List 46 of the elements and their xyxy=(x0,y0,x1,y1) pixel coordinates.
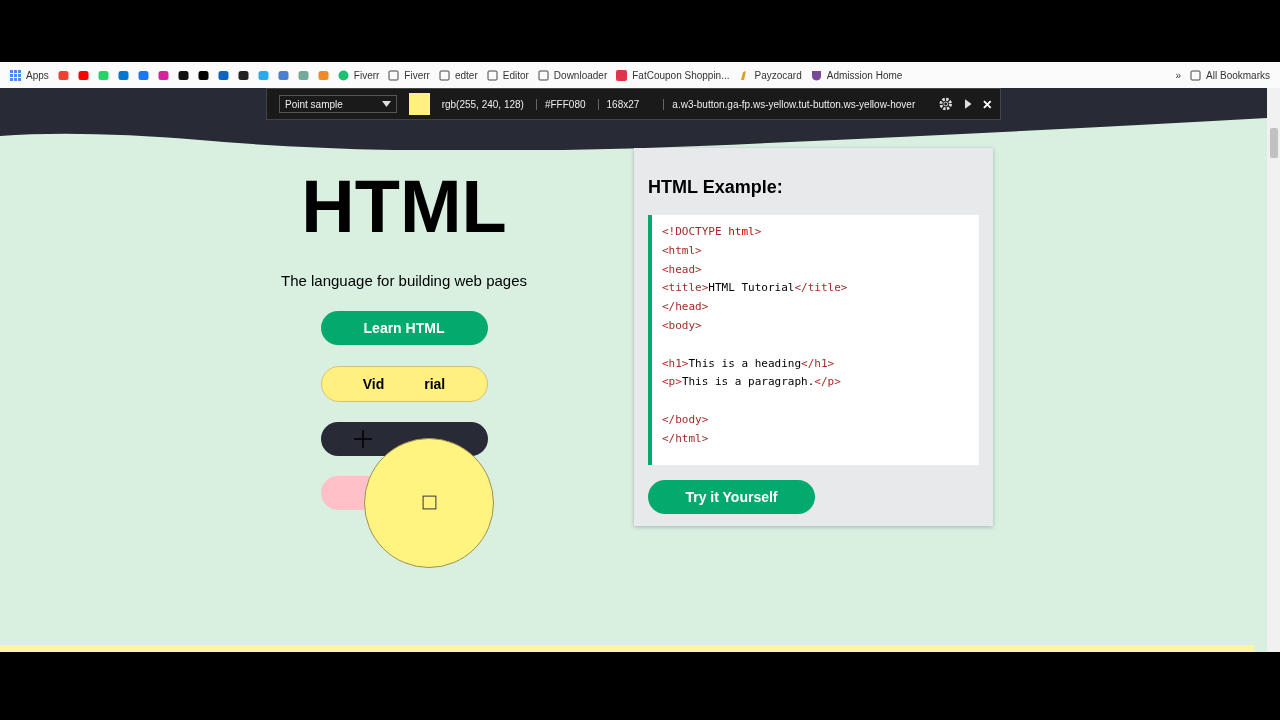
color-swatch xyxy=(408,93,430,115)
selector-value: a.w3-button.ga-fp.ws-yellow.tut-button.ws-yellow-hover xyxy=(663,98,916,110)
apps-grid-icon[interactable] xyxy=(10,69,21,81)
code-line: <!DOCTYPE html> xyxy=(662,224,763,240)
code-line: <html> xyxy=(662,242,703,259)
scrollbar[interactable] xyxy=(1267,88,1280,652)
close-icon[interactable] xyxy=(983,99,992,109)
folder-icon xyxy=(1190,69,1202,81)
settings-icon[interactable] xyxy=(939,97,953,111)
more-bookmarks-button[interactable]: » xyxy=(1175,69,1182,81)
bookmark-label[interactable]: Payzocard xyxy=(754,69,802,81)
folder-icon xyxy=(388,69,400,81)
folder-icon xyxy=(537,69,549,81)
bookmark-label[interactable]: Downloader xyxy=(553,69,608,81)
crest-icon xyxy=(810,69,822,81)
bookmark-label[interactable]: All Bookmarks xyxy=(1206,69,1270,81)
bookmark-label[interactable]: Fiverr xyxy=(404,69,430,81)
circle-logo-icon xyxy=(337,69,349,81)
code-line: <head> xyxy=(662,261,703,278)
bookmark-label[interactable]: Apps xyxy=(26,69,49,81)
caret-icon xyxy=(381,101,391,107)
bookmark-label[interactable]: FatCoupon Shoppin... xyxy=(632,69,730,81)
code-line: </head> xyxy=(662,299,710,316)
bookmark-label[interactable]: Editor xyxy=(502,69,529,81)
code-line: <title>HTML Tutorial</title> xyxy=(662,280,849,297)
code-line: </body> xyxy=(662,411,710,428)
bookmark-label[interactable]: edter xyxy=(454,69,478,81)
code-line: <p>This is a paragraph.</p> xyxy=(662,374,842,391)
hex-value: #FFF080 xyxy=(535,98,586,110)
rgb-value: rgb(255, 240, 128) xyxy=(441,98,524,110)
sample-mode-dropdown[interactable]: Point sample xyxy=(279,95,397,113)
folder-icon xyxy=(438,69,450,81)
play-icon[interactable] xyxy=(964,99,972,109)
code-line: </html> xyxy=(662,430,710,447)
video-tutorial-button[interactable]: Vid rial xyxy=(320,366,488,402)
page-title: HTML xyxy=(301,170,507,244)
example-title: HTML Example: xyxy=(648,177,784,198)
folder-icon xyxy=(486,69,498,81)
bookmark-label[interactable]: Fiverr xyxy=(353,69,380,81)
badge-logo-icon xyxy=(616,69,628,81)
crosshair-icon xyxy=(354,430,372,448)
size-value: 168x27 xyxy=(597,98,640,110)
bookmark-label[interactable]: Admission Home xyxy=(826,69,903,81)
code-line: <h1>This is a heading</h1> xyxy=(662,355,836,372)
subtitle: The language for building web pages xyxy=(281,272,527,289)
code-line: <body> xyxy=(662,318,703,334)
